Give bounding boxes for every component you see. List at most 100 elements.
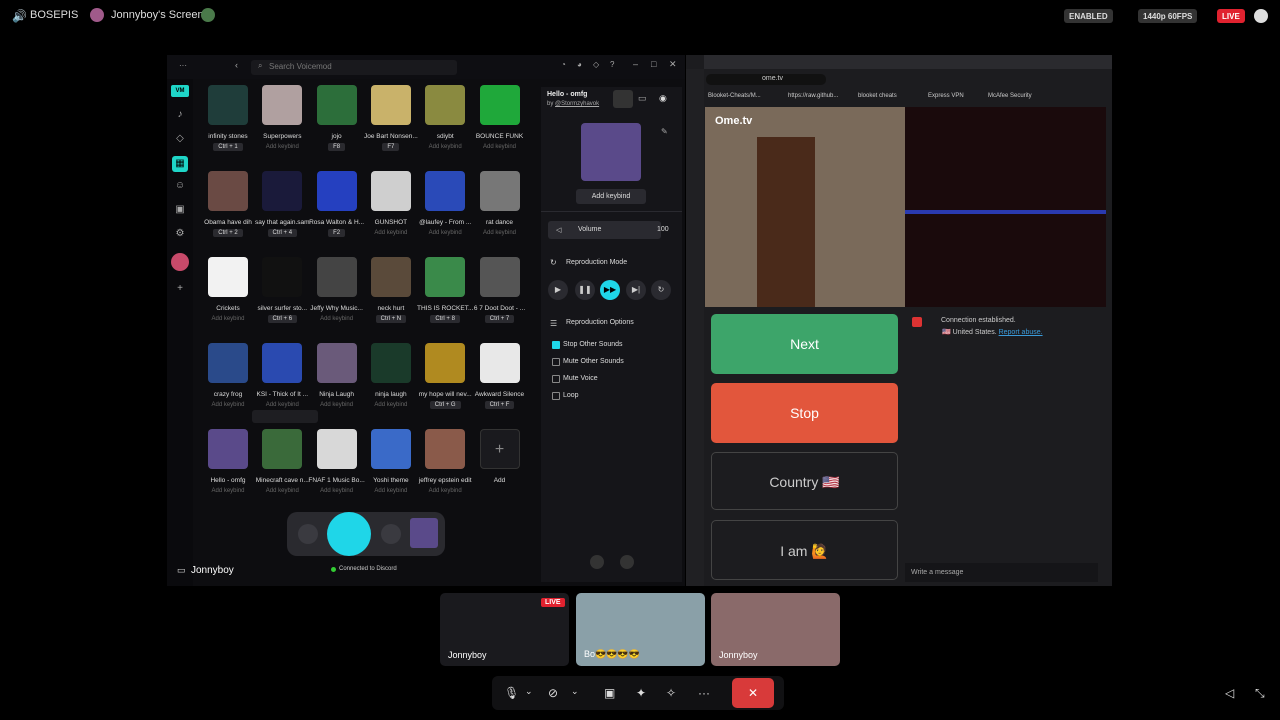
sound-tile[interactable]: Obama have dih Ctrl + 2 <box>203 171 253 249</box>
microphone-icon[interactable]: 🎙 <box>504 686 519 700</box>
more-icon[interactable]: ··· <box>698 686 710 700</box>
add-keybind-link[interactable]: Add keybind <box>415 488 475 494</box>
chat-icon[interactable] <box>1254 9 1268 23</box>
sound-hover-toolbar[interactable] <box>252 410 318 423</box>
sound-tile[interactable]: Superpowers Add keybind <box>257 85 307 163</box>
stream-tile[interactable]: LIVE Jonnyboy <box>440 593 569 666</box>
stop-other-sounds-checkbox[interactable] <box>552 341 560 349</box>
add-keybind-link[interactable]: Add keybind <box>198 488 258 494</box>
discord-icon[interactable]: ◕ <box>577 60 582 69</box>
bookmark-item[interactable]: Blooket-Cheats/M... <box>708 93 761 99</box>
keybind-badge[interactable]: Ctrl + 7 <box>470 315 530 323</box>
keybind-badge[interactable]: Ctrl + G <box>415 401 475 409</box>
keybind-badge[interactable]: Ctrl + 4 <box>252 229 312 237</box>
add-keybind-button[interactable]: Add keybind <box>576 189 646 204</box>
exit-fullscreen-icon[interactable]: ⤡ <box>1255 686 1265 701</box>
soundboard-icon[interactable]: ▦ <box>172 156 188 172</box>
loop-checkbox[interactable] <box>552 392 560 400</box>
close-icon[interactable]: ✕ <box>669 59 677 70</box>
store-icon[interactable]: ▣ <box>174 204 186 216</box>
sound-tile[interactable]: 6 7 Doot Doot - ... Ctrl + 7 <box>474 257 525 335</box>
bot-icon[interactable] <box>590 555 604 569</box>
add-keybind-link[interactable]: Add keybind <box>361 488 421 494</box>
loop-button[interactable]: ↻ <box>651 280 671 300</box>
bookmark-item[interactable]: https://raw.github... <box>788 93 838 99</box>
sound-tile[interactable]: infinity stones Ctrl + 1 <box>203 85 253 163</box>
keybind-badge[interactable]: F7 <box>361 143 421 151</box>
sound-tile[interactable]: jojo F8 <box>312 85 362 163</box>
voice-effect-icon[interactable] <box>620 555 634 569</box>
sound-tile[interactable]: rat dance Add keybind <box>475 171 525 249</box>
activities-icon[interactable]: ✦ <box>636 686 646 700</box>
sound-tile[interactable]: Jeffy Why Music... Add keybind <box>310 257 363 335</box>
sound-tile[interactable]: ninja laugh Add keybind <box>366 343 416 421</box>
microphone-icon[interactable] <box>327 512 371 556</box>
avatar[interactable] <box>171 253 189 271</box>
gender-button[interactable]: I am 🙋 <box>711 520 898 580</box>
add-keybind-link[interactable]: Add keybind <box>470 230 530 236</box>
sound-tile[interactable]: silver surfer sto... Ctrl + 6 <box>257 257 307 335</box>
add-keybind-link[interactable]: Add keybind <box>415 144 475 150</box>
sound-tile[interactable]: my hope will nev... Ctrl + G <box>419 343 472 421</box>
voice-icon[interactable]: ♪ <box>174 109 186 121</box>
camera-off-icon[interactable]: ⊘ <box>548 686 558 700</box>
play-pause-button[interactable]: ❚❚ <box>575 280 595 300</box>
sliders-icon[interactable] <box>613 90 633 108</box>
sound-tile[interactable]: @laufey - From ... Add keybind <box>419 171 471 249</box>
minimize-icon[interactable]: – <box>633 59 638 69</box>
maximize-icon[interactable]: □ <box>651 59 656 69</box>
add-keybind-link[interactable]: Add keybind <box>252 488 312 494</box>
keybind-badge[interactable]: Ctrl + F <box>470 401 530 409</box>
participant-tile[interactable]: Jonnyboy <box>711 593 840 666</box>
sound-tile[interactable]: neck hurt Ctrl + N <box>366 257 416 335</box>
chat-input[interactable]: Write a message <box>905 563 1098 582</box>
sound-tile[interactable]: FNAF 1 Music Bo... Add keybind <box>308 429 365 507</box>
bot-icon[interactable]: ☺ <box>174 180 186 192</box>
keybind-badge[interactable]: Ctrl + 1 <box>198 143 258 151</box>
keybind-badge[interactable]: F2 <box>307 229 367 237</box>
participant-tile[interactable]: Bo😎😎😎😎 <box>576 593 705 666</box>
add-icon[interactable]: + <box>174 283 186 295</box>
bookmark-item[interactable]: Express VPN <box>928 93 964 99</box>
soundboard-icon[interactable]: ✧ <box>666 686 676 700</box>
sound-tile[interactable]: jeffrey epstein edit Add keybind <box>419 429 472 507</box>
add-keybind-link[interactable]: Add keybind <box>361 402 421 408</box>
chevron-down-icon[interactable]: ⌄ <box>571 686 579 697</box>
mute-other-sounds-checkbox[interactable] <box>552 358 560 366</box>
play-once-button[interactable]: ▶ <box>548 280 568 300</box>
sound-tile[interactable]: Minecraft cave n... Add keybind <box>256 429 309 507</box>
country-button[interactable]: Country 🇺🇸 <box>711 452 898 510</box>
sound-tile[interactable]: crazy frog Add keybind <box>203 343 253 421</box>
chevron-down-icon[interactable]: ⌄ <box>525 686 533 697</box>
bell-icon[interactable]: ◔ <box>561 60 566 69</box>
url-bar[interactable]: ome.tv <box>706 74 826 85</box>
share-screen-icon[interactable]: ▣ <box>604 686 615 700</box>
volume-slider[interactable] <box>548 221 661 239</box>
mute-voice-checkbox[interactable] <box>552 375 560 383</box>
sound-tile[interactable]: Hello - omfg Add keybind <box>203 429 253 507</box>
bookmark-item[interactable]: McAfee Security <box>988 93 1032 99</box>
keybind-badge[interactable]: Ctrl + 8 <box>415 315 475 323</box>
report-abuse-link[interactable]: Report abuse. <box>999 329 1043 336</box>
record-icon[interactable]: ◉ <box>659 93 667 104</box>
next-button[interactable]: Next <box>711 314 898 374</box>
sound-tile[interactable]: THIS IS ROCKET... Ctrl + 8 <box>417 257 473 335</box>
sound-tile[interactable]: Ninja Laugh Add keybind <box>312 343 362 421</box>
power-icon[interactable] <box>298 524 318 544</box>
sound-tile[interactable]: Crickets Add keybind <box>203 257 253 335</box>
tag-icon[interactable]: ◇ <box>593 60 599 69</box>
keybind-badge[interactable]: Ctrl + 2 <box>198 229 258 237</box>
keybind-badge[interactable]: Ctrl + 6 <box>252 315 312 323</box>
add-keybind-link[interactable]: Add keybind <box>198 316 258 322</box>
back-icon[interactable]: ‹ <box>235 60 238 70</box>
play-restart-button[interactable]: ▶| <box>626 280 646 300</box>
bookmark-item[interactable]: blooket cheats <box>858 93 897 99</box>
add-keybind-link[interactable]: Add keybind <box>470 144 530 150</box>
add-keybind-link[interactable]: Add keybind <box>307 402 367 408</box>
book-icon[interactable]: ▭ <box>638 93 647 104</box>
current-sound-thumb[interactable] <box>410 518 438 548</box>
help-icon[interactable]: ? <box>610 60 614 69</box>
add-keybind-link[interactable]: Add keybind <box>252 144 312 150</box>
sound-tile[interactable]: + Add <box>475 429 525 507</box>
add-keybind-link[interactable]: Add keybind <box>252 402 312 408</box>
